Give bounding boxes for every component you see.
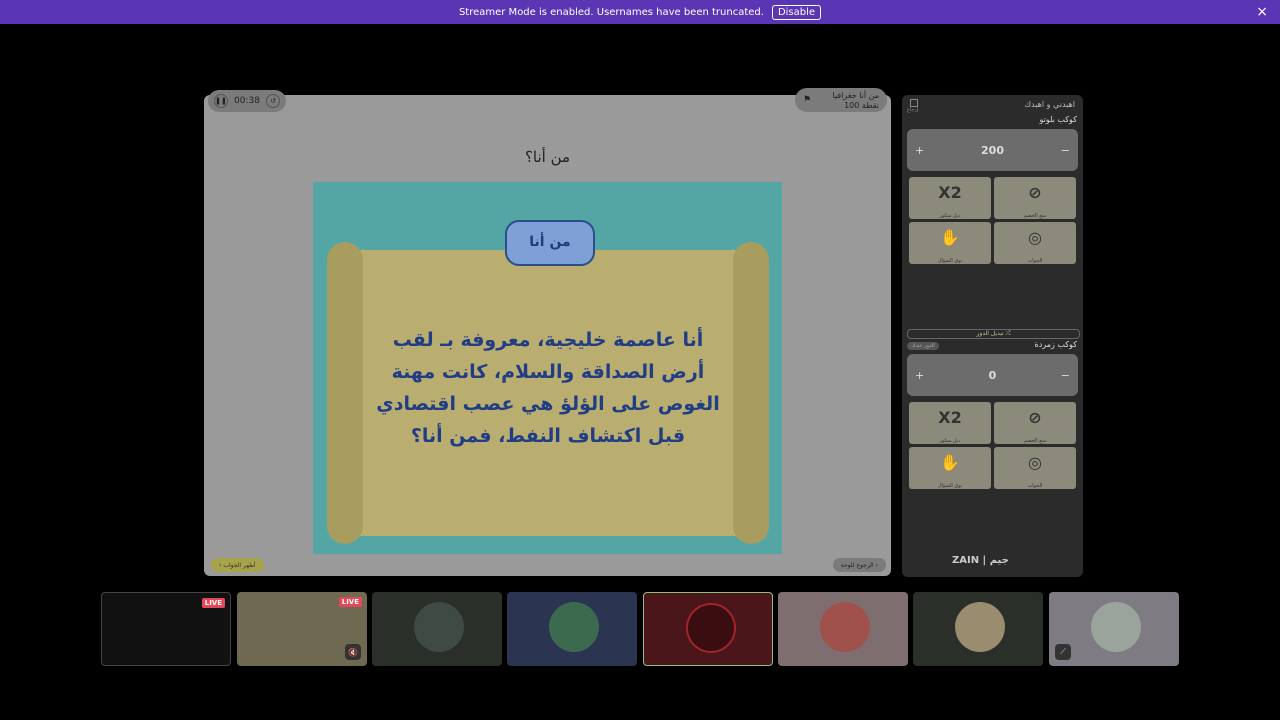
team1-score: + 200 − <box>907 129 1078 171</box>
target-icon: ◎ <box>1028 228 1042 247</box>
participant-tile-stream-1[interactable]: LIVE <box>101 592 231 666</box>
powerup-label: دبل سكور <box>939 213 961 219</box>
swap-turn-button[interactable]: تبديل الدور ⤮ <box>907 329 1080 339</box>
double-score-card[interactable]: X2 دبل سكور <box>909 402 991 444</box>
panel-title: اهبدني و اهبدك <box>1024 100 1075 109</box>
scroll-image: أنا عاصمة خليجية، معروفة بـ لقب أرض الصد… <box>327 242 769 544</box>
pause-icon[interactable]: ❚❚ <box>214 94 228 108</box>
answer-card[interactable]: ◎ الجواب <box>994 222 1076 264</box>
team2-score-value: 0 <box>988 368 997 382</box>
team2-score: + 0 − <box>907 354 1078 396</box>
scoreboard-panel: إرجاع اهبدني و اهبدك كوكب بلوتو + 200 − … <box>902 95 1083 577</box>
team2-name: كوكب زمردة <box>1034 340 1077 349</box>
banner-text: Streamer Mode is enabled. Usernames have… <box>458 6 764 18</box>
block-icon: ⊘ <box>1028 183 1042 202</box>
category-pill: ⚑ من أنا جغرافيا 100 نقطة <box>795 88 887 112</box>
undo-icon[interactable] <box>910 99 918 107</box>
participant-tile-8[interactable]: ⟋ <box>1049 592 1179 666</box>
x2-icon: X2 <box>938 183 962 202</box>
question-text: أنا عاصمة خليجية، معروفة بـ لقب أرض الصد… <box>376 329 720 447</box>
back-to-board-button[interactable]: الرجوع للوحة › <box>832 558 886 572</box>
participant-tile-3[interactable] <box>372 592 502 666</box>
target-icon: ◎ <box>1028 453 1042 472</box>
participant-tile-5-speaking[interactable] <box>643 592 773 666</box>
powerup-label: نوق السؤال <box>937 258 963 264</box>
timer-value: 00:38 <box>234 96 260 106</box>
block-opponent-card[interactable]: ⊘ منع الخصم <box>994 402 1076 444</box>
deafen-icon[interactable]: ⟋ <box>1055 644 1071 660</box>
participant-tile-7[interactable] <box>913 592 1043 666</box>
back-label: الرجوع للوحة <box>840 561 874 569</box>
block-opponent-card[interactable]: ⊘ منع الخصم <box>994 177 1076 219</box>
participant-tile-4[interactable] <box>507 592 637 666</box>
powerup-label: الجواب <box>1027 258 1043 264</box>
turn-badge: الدور عندك <box>907 342 939 350</box>
avatar <box>1091 602 1141 652</box>
mute-icon[interactable]: 🔇 <box>345 644 361 660</box>
streamer-mode-banner: Streamer Mode is enabled. Usernames have… <box>0 0 1280 24</box>
stop-question-card[interactable]: ✋ نوق السؤال <box>909 222 991 264</box>
powerup-label: منع الخصم <box>1023 438 1047 444</box>
team1-powerups: X2 دبل سكور ⊘ منع الخصم ✋ نوق السؤال ◎ الجوا… <box>909 177 1076 264</box>
team1-name: كوكب بلوتو <box>1039 115 1077 124</box>
avatar <box>549 602 599 652</box>
participant-tile-stream-2[interactable]: LIVE 🔇 <box>237 592 367 666</box>
question-title: من أنا؟ <box>524 148 571 166</box>
live-badge: LIVE <box>201 598 225 608</box>
close-icon[interactable]: × <box>1256 4 1268 20</box>
chevron-right-icon: › <box>873 561 878 569</box>
show-answer-button[interactable]: ‹ أظهر الجواب <box>211 558 264 572</box>
live-badge: LIVE <box>338 597 362 607</box>
game-logo: ﻣﻦ ﺃﻧﺎ <box>505 220 595 266</box>
stop-question-card[interactable]: ✋ نوق السؤال <box>909 447 991 489</box>
minus-button[interactable]: − <box>1061 144 1070 157</box>
double-score-card[interactable]: X2 دبل سكور <box>909 177 991 219</box>
avatar <box>820 602 870 652</box>
x2-icon: X2 <box>938 408 962 427</box>
team1-score-value: 200 <box>981 143 1004 157</box>
answer-card[interactable]: ◎ الجواب <box>994 447 1076 489</box>
powerup-label: منع الخصم <box>1023 213 1047 219</box>
scroll-roll-right <box>733 242 769 544</box>
plus-button[interactable]: + <box>915 144 924 157</box>
block-icon: ⊘ <box>1028 408 1042 427</box>
game-stage: ❚❚ 00:38 ↺ ⚑ من أنا جغرافيا 100 نقطة من … <box>204 88 891 576</box>
minus-button[interactable]: − <box>1061 369 1070 382</box>
avatar <box>955 602 1005 652</box>
powerup-label: الجواب <box>1027 483 1043 489</box>
reset-icon[interactable]: ↺ <box>266 94 280 108</box>
powerup-label: دبل سكور <box>939 438 961 444</box>
sponsor-logo: ZAIN | ﺟﻴﻢ <box>952 555 1009 566</box>
avatar <box>686 603 736 653</box>
undo-label: إرجاع <box>907 107 919 113</box>
hand-icon: ✋ <box>940 228 960 247</box>
flag-icon[interactable]: ⚑ <box>803 95 811 106</box>
powerup-label: نوق السؤال <box>937 483 963 489</box>
participant-tile-6[interactable] <box>778 592 908 666</box>
disable-button[interactable]: Disable <box>771 4 822 20</box>
timer-pill: ❚❚ 00:38 ↺ <box>208 90 286 112</box>
question-card: أنا عاصمة خليجية، معروفة بـ لقب أرض الصد… <box>313 182 782 554</box>
scroll-roll-left <box>327 242 363 544</box>
plus-button[interactable]: + <box>915 369 924 382</box>
team2-powerups: X2 دبل سكور ⊘ منع الخصم ✋ نوق السؤال ◎ الجوا… <box>909 402 1076 489</box>
show-answer-label: أظهر الجواب <box>223 561 256 569</box>
avatar <box>414 602 464 652</box>
hand-icon: ✋ <box>940 453 960 472</box>
